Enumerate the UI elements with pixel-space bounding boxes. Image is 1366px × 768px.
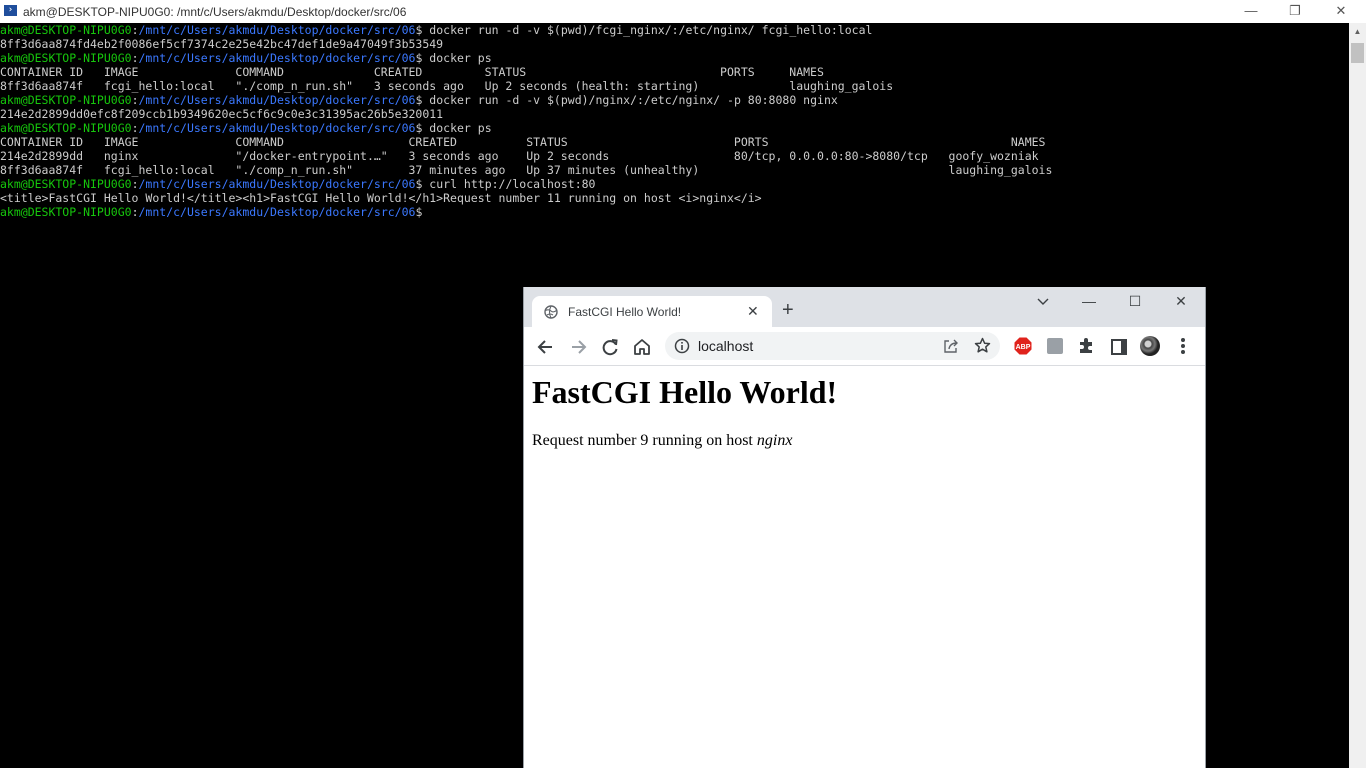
- prompt-user: akm@DESKTOP-NIPU0G0: [0, 51, 132, 65]
- prompt-path: /mnt/c/Users/akmdu/Desktop/docker/src/06: [138, 121, 416, 135]
- host-name: nginx: [756, 432, 793, 449]
- profile-avatar[interactable]: [1140, 336, 1160, 356]
- reload-icon[interactable]: [600, 337, 620, 357]
- terminal-command-line: akm@DESKTOP-NIPU0G0:/mnt/c/Users/akmdu/D…: [0, 23, 1052, 37]
- terminal-window-title: akm@DESKTOP-NIPU0G0: /mnt/c/Users/akmdu/…: [23, 5, 407, 19]
- prompt-separator: :: [131, 51, 139, 65]
- prompt-user: akm@DESKTOP-NIPU0G0: [0, 177, 132, 191]
- terminal-command-line: akm@DESKTOP-NIPU0G0:/mnt/c/Users/akmdu/D…: [0, 177, 1052, 191]
- back-arrow-icon[interactable]: [536, 337, 556, 357]
- more-menu-icon[interactable]: [1180, 336, 1186, 356]
- terminal-scrollbar[interactable]: ▲: [1349, 23, 1366, 768]
- maximize-button[interactable]: ❐: [1272, 0, 1318, 23]
- prompt-user: akm@DESKTOP-NIPU0G0: [0, 205, 132, 219]
- prompt-separator: :: [131, 121, 139, 135]
- web-page-content: FastCGI Hello World! Request number 9 ru…: [524, 366, 1205, 768]
- extension-icon[interactable]: [1047, 338, 1063, 354]
- prompt-user: akm@DESKTOP-NIPU0G0: [0, 93, 132, 107]
- new-tab-button[interactable]: +: [782, 300, 794, 320]
- terminal-lines: akm@DESKTOP-NIPU0G0:/mnt/c/Users/akmdu/D…: [0, 23, 1052, 219]
- bookmark-star-icon[interactable]: [974, 337, 991, 354]
- browser-maximize-button[interactable]: ☐: [1112, 291, 1158, 319]
- address-text[interactable]: localhost: [698, 338, 753, 354]
- request-text: Request number 9 running on host: [532, 432, 757, 449]
- prompt-path: /mnt/c/Users/akmdu/Desktop/docker/src/06: [138, 93, 416, 107]
- scroll-thumb[interactable]: [1351, 43, 1364, 63]
- prompt-separator: :: [131, 23, 139, 37]
- close-button[interactable]: ✕: [1318, 0, 1364, 23]
- prompt-separator: :: [131, 177, 139, 191]
- prompt-path: /mnt/c/Users/akmdu/Desktop/docker/src/06: [138, 23, 416, 37]
- terminal-output-line: CONTAINER ID IMAGE COMMAND CREATED STATU…: [0, 65, 824, 79]
- page-paragraph: Request number 9 running on host nginx: [532, 432, 792, 450]
- home-icon[interactable]: [632, 337, 652, 357]
- extensions-puzzle-icon[interactable]: [1077, 337, 1095, 355]
- address-bar[interactable]: localhost: [665, 332, 1000, 360]
- prompt-user: akm@DESKTOP-NIPU0G0: [0, 23, 132, 37]
- share-icon[interactable]: [943, 338, 959, 354]
- browser-minimize-button[interactable]: —: [1066, 291, 1112, 319]
- prompt-user: akm@DESKTOP-NIPU0G0: [0, 121, 132, 135]
- site-info-icon[interactable]: [674, 338, 690, 354]
- command-text: $ docker ps: [415, 121, 492, 135]
- command-text: $: [415, 205, 430, 219]
- page-heading: FastCGI Hello World!: [532, 374, 838, 410]
- terminal-output-line: 8ff3d6aa874f fcgi_hello:local "./comp_n_…: [0, 163, 1053, 177]
- tab-strip: FastCGI Hello World! ✕ + — ☐ ✕: [524, 287, 1205, 327]
- tab-search-chevron-icon[interactable]: [1020, 291, 1066, 319]
- command-text: $ curl http://localhost:80: [415, 177, 596, 191]
- svg-text:ABP: ABP: [1016, 344, 1031, 351]
- terminal-command-line: akm@DESKTOP-NIPU0G0:/mnt/c/Users/akmdu/D…: [0, 121, 1052, 135]
- prompt-separator: :: [131, 93, 139, 107]
- close-tab-icon[interactable]: ✕: [747, 302, 759, 320]
- globe-icon: [544, 305, 558, 319]
- prompt-path: /mnt/c/Users/akmdu/Desktop/docker/src/06: [138, 205, 416, 219]
- scroll-up-icon[interactable]: ▲: [1349, 23, 1366, 40]
- terminal-command-line: akm@DESKTOP-NIPU0G0:/mnt/c/Users/akmdu/D…: [0, 51, 1052, 65]
- terminal-output-line: CONTAINER ID IMAGE COMMAND CREATED STATU…: [0, 135, 1046, 149]
- terminal-output-line: 8ff3d6aa874fd4eb2f0086ef5cf7374c2e25e42b…: [0, 37, 444, 51]
- browser-toolbar: localhost ABP: [524, 327, 1205, 366]
- terminal-output-line: 214e2d2899dd nginx "/docker-entrypoint.……: [0, 149, 1039, 163]
- tab-fastcgi-hello-world[interactable]: FastCGI Hello World! ✕: [532, 296, 772, 327]
- browser-window: FastCGI Hello World! ✕ + — ☐ ✕ localhost…: [523, 287, 1206, 768]
- terminal-command-line: akm@DESKTOP-NIPU0G0:/mnt/c/Users/akmdu/D…: [0, 93, 1052, 107]
- browser-close-button[interactable]: ✕: [1158, 291, 1204, 319]
- terminal-command-line: akm@DESKTOP-NIPU0G0:/mnt/c/Users/akmdu/D…: [0, 205, 1052, 219]
- forward-arrow-icon[interactable]: [568, 337, 588, 357]
- terminal-output-line: <title>FastCGI Hello World!</title><h1>F…: [0, 191, 762, 205]
- command-text: $ docker run -d -v $(pwd)/nginx/:/etc/ng…: [415, 93, 838, 107]
- terminal-output-line: 8ff3d6aa874f fcgi_hello:local "./comp_n_…: [0, 79, 894, 93]
- terminal-titlebar: › akm@DESKTOP-NIPU0G0: /mnt/c/Users/akmd…: [0, 0, 1366, 23]
- command-text: $ docker run -d -v $(pwd)/fcgi_nginx/:/e…: [415, 23, 873, 37]
- minimize-button[interactable]: —: [1228, 0, 1274, 23]
- tab-title: FastCGI Hello World!: [568, 305, 682, 319]
- prompt-separator: :: [131, 205, 139, 219]
- adblock-plus-icon[interactable]: ABP: [1014, 337, 1032, 355]
- prompt-path: /mnt/c/Users/akmdu/Desktop/docker/src/06: [138, 51, 416, 65]
- terminal-output-line: 214e2d2899dd0efc8f209ccb1b9349620ec5cf6c…: [0, 107, 444, 121]
- side-panel-icon[interactable]: [1111, 339, 1127, 355]
- command-text: $ docker ps: [415, 51, 492, 65]
- powershell-icon: ›: [4, 5, 17, 16]
- prompt-path: /mnt/c/Users/akmdu/Desktop/docker/src/06: [138, 177, 416, 191]
